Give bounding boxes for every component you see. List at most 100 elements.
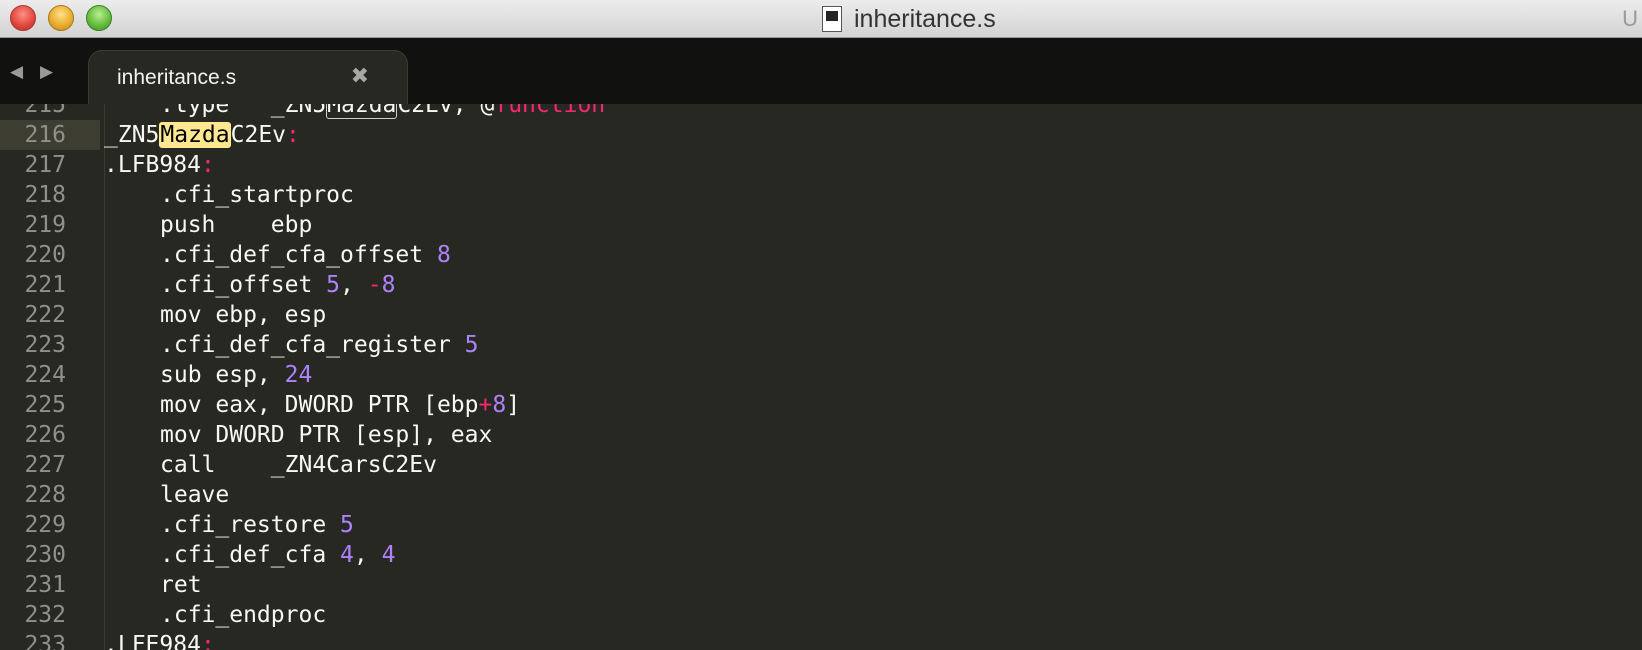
code-text: .cfi_def_cfa_offset 8 bbox=[104, 240, 451, 270]
forward-arrow-icon[interactable]: ▶ bbox=[40, 62, 53, 82]
code-token: ret bbox=[160, 572, 202, 598]
code-line[interactable]: 230 .cfi_def_cfa 4, 4 bbox=[0, 540, 1642, 570]
line-number: 231 bbox=[24, 572, 66, 598]
code-text: .cfi_endproc bbox=[104, 600, 326, 630]
code-line[interactable]: 232 .cfi_endproc bbox=[0, 600, 1642, 630]
operator-token: : bbox=[286, 122, 300, 148]
code-token: .cfi_def_cfa_register bbox=[160, 332, 465, 358]
code-line[interactable]: 218 .cfi_startproc bbox=[0, 180, 1642, 210]
code-token: C2Ev bbox=[230, 122, 287, 148]
line-number: 221 bbox=[24, 272, 66, 298]
code-token: ] bbox=[506, 392, 521, 418]
code-token: .type _ZN5 bbox=[160, 104, 327, 118]
code-token: push ebp bbox=[160, 212, 313, 238]
code-token: .cfi_endproc bbox=[160, 602, 327, 628]
numeric-token: 5 bbox=[326, 272, 341, 298]
title-bar: inheritance.s U bbox=[0, 0, 1642, 38]
zoom-window-icon[interactable] bbox=[86, 5, 112, 31]
code-line[interactable]: 227 call _ZN4CarsC2Ev bbox=[0, 450, 1642, 480]
search-match-highlight: Mazda bbox=[159, 122, 231, 148]
code-token: mov ebp, esp bbox=[160, 302, 327, 328]
operator-token: : bbox=[200, 632, 215, 650]
code-text: .LFE984: bbox=[104, 630, 215, 650]
code-token: .cfi_def_cfa bbox=[160, 542, 341, 568]
code-text: _ZN5MazdaC2Ev: bbox=[104, 120, 300, 150]
search-match-outline: Mazda bbox=[326, 104, 398, 119]
code-line[interactable]: 233 .LFE984: bbox=[0, 630, 1642, 650]
window-title: inheritance.s bbox=[854, 4, 996, 33]
code-line[interactable]: 220 .cfi_def_cfa_offset 8 bbox=[0, 240, 1642, 270]
code-token: _ZN5 bbox=[104, 122, 160, 148]
code-text: call _ZN4CarsC2Ev bbox=[104, 450, 437, 480]
code-token: , bbox=[340, 272, 368, 298]
code-token: , bbox=[353, 542, 382, 568]
code-text: .cfi_def_cfa 4, 4 bbox=[104, 540, 395, 570]
code-line[interactable]: 226 mov DWORD PTR [esp], eax bbox=[0, 420, 1642, 450]
code-line[interactable]: 221 .cfi_offset 5, -8 bbox=[0, 270, 1642, 300]
code-token: sub esp, bbox=[160, 362, 285, 388]
code-line[interactable]: 228 leave bbox=[0, 480, 1642, 510]
line-number: 233 bbox=[24, 632, 66, 650]
title-bar-extra-text: U bbox=[1622, 6, 1638, 31]
line-number: 217 bbox=[24, 152, 66, 178]
code-line[interactable]: 223 .cfi_def_cfa_register 5 bbox=[0, 330, 1642, 360]
numeric-token: 5 bbox=[464, 332, 479, 358]
code-token: .cfi_offset bbox=[160, 272, 327, 298]
close-tab-icon[interactable]: ✖ bbox=[351, 64, 369, 89]
close-window-icon[interactable] bbox=[10, 5, 36, 31]
code-text: .cfi_offset 5, -8 bbox=[104, 270, 395, 300]
line-number: 219 bbox=[24, 212, 66, 238]
operator-token: function bbox=[494, 104, 606, 118]
line-number: 220 bbox=[24, 242, 66, 268]
tab-label: inheritance.s bbox=[117, 66, 237, 89]
line-number: 216 bbox=[24, 122, 66, 148]
line-number: 232 bbox=[24, 602, 66, 628]
numeric-token: 8 bbox=[436, 242, 451, 268]
code-token: .cfi_startproc bbox=[160, 182, 354, 208]
code-line[interactable]: 231 ret bbox=[0, 570, 1642, 600]
code-line[interactable]: 217 .LFB984: bbox=[0, 150, 1642, 180]
code-token: call _ZN4CarsC2Ev bbox=[160, 452, 437, 478]
operator-token: : bbox=[200, 152, 215, 178]
code-line[interactable]: 216 _ZN5MazdaC2Ev: bbox=[0, 120, 1642, 150]
code-line[interactable]: 219 push ebp bbox=[0, 210, 1642, 240]
document-icon bbox=[822, 6, 842, 32]
code-line[interactable]: 229 .cfi_restore 5 bbox=[0, 510, 1642, 540]
line-number: 229 bbox=[24, 512, 66, 538]
code-text: push ebp bbox=[104, 210, 312, 240]
code-editor[interactable]: 215 .type _ZN5MazdaC2Ev, @function 216 _ZN5… bbox=[0, 104, 1642, 650]
code-text: .LFB984: bbox=[104, 150, 215, 180]
code-text: ret bbox=[104, 570, 202, 600]
code-text: sub esp, 24 bbox=[104, 360, 312, 390]
code-text: .cfi_startproc bbox=[104, 180, 354, 210]
code-token: mov eax, DWORD PTR [ebp bbox=[160, 392, 479, 418]
code-text: leave bbox=[104, 480, 229, 510]
code-text: .cfi_def_cfa_register 5 bbox=[104, 330, 479, 360]
line-number: 215 bbox=[24, 104, 66, 118]
numeric-token: 8 bbox=[381, 272, 396, 298]
line-number: 225 bbox=[24, 392, 66, 418]
line-number: 224 bbox=[24, 362, 66, 388]
line-number: 218 bbox=[24, 182, 66, 208]
minimize-window-icon[interactable] bbox=[48, 5, 74, 31]
code-text: .cfi_restore 5 bbox=[104, 510, 354, 540]
code-line[interactable]: 225 mov eax, DWORD PTR [ebp+8] bbox=[0, 390, 1642, 420]
code-token: mov DWORD PTR [esp], eax bbox=[160, 422, 493, 448]
tab-inheritance-s[interactable]: inheritance.s ✖ bbox=[88, 50, 408, 104]
code-text: mov eax, DWORD PTR [ebp+8] bbox=[104, 390, 520, 420]
numeric-token: 5 bbox=[340, 512, 354, 538]
numeric-token: 8 bbox=[492, 392, 507, 418]
numeric-token: 24 bbox=[284, 362, 313, 388]
back-arrow-icon[interactable]: ◀ bbox=[10, 62, 23, 82]
code-text: .type _ZN5MazdaC2Ev, @function bbox=[104, 104, 605, 120]
code-line[interactable]: 224 sub esp, 24 bbox=[0, 360, 1642, 390]
code-token: C2Ev, @ bbox=[397, 104, 495, 118]
code-token: .LFE984 bbox=[104, 632, 201, 650]
code-text: mov ebp, esp bbox=[104, 300, 326, 330]
line-number: 226 bbox=[24, 422, 66, 448]
code-line[interactable]: 222 mov ebp, esp bbox=[0, 300, 1642, 330]
code-line[interactable]: 215 .type _ZN5MazdaC2Ev, @function bbox=[0, 104, 1642, 120]
line-number: 222 bbox=[24, 302, 66, 328]
code-token: leave bbox=[160, 482, 230, 508]
operator-token: + bbox=[478, 392, 493, 418]
